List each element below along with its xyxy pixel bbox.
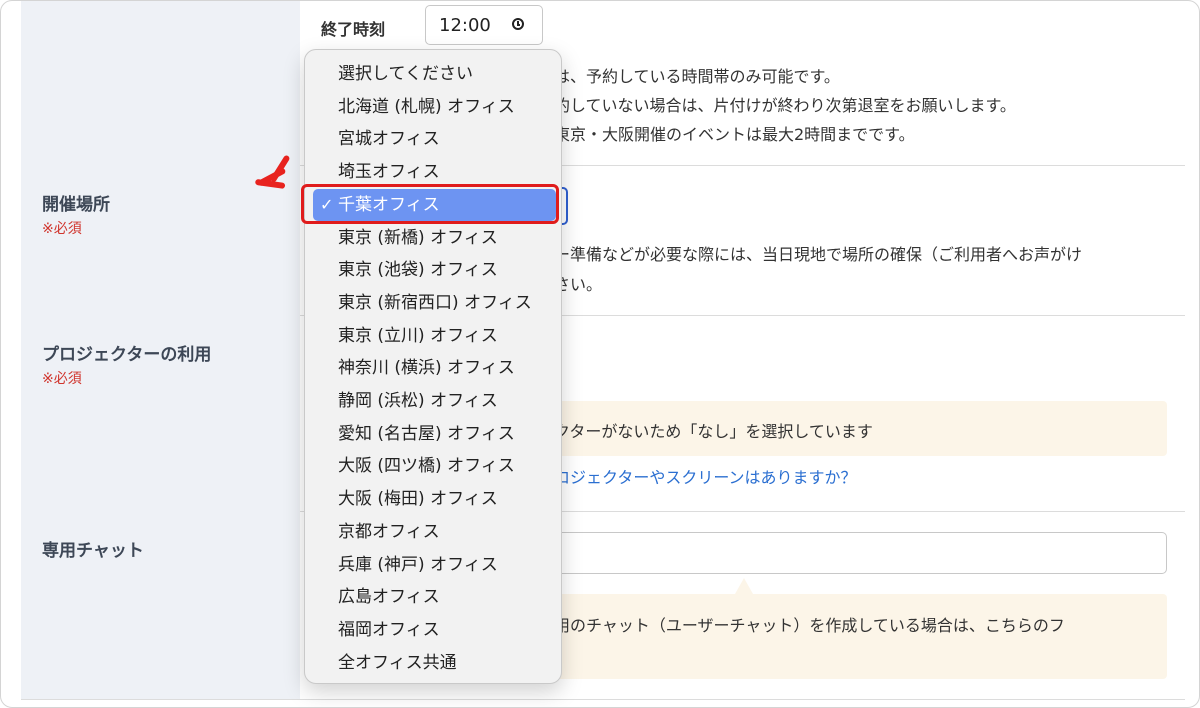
dropdown-option-label: 神奈川 (横浜) オフィス [338,358,515,379]
end-time-note-3: 東京・大阪開催のイベントは最大2時間までです。 [554,125,915,144]
dropdown-option[interactable]: 兵庫 (神戸) オフィス [305,549,561,581]
dropdown-option-label: 東京 (新宿西口) オフィス [338,292,532,313]
dropdown-option-label: 全オフィス共通 [338,652,457,673]
end-time-input[interactable]: 12:00 [425,5,543,45]
dropdown-option[interactable]: 神奈川 (横浜) オフィス [305,352,561,384]
dropdown-option[interactable]: 東京 (立川) オフィス [305,320,561,352]
dropdown-option[interactable]: 大阪 (梅田) オフィス [305,483,561,515]
dropdown-option[interactable]: 東京 (池袋) オフィス [305,254,561,286]
dropdown-option-label: 東京 (立川) オフィス [338,325,498,346]
end-time-label-cell [21,1,300,165]
dropdown-option[interactable]: 東京 (新宿西口) オフィス [305,287,561,319]
clock-icon[interactable] [512,18,524,30]
dropdown-option[interactable]: 北海道 (札幌) オフィス [305,91,561,123]
projector-notice-text: クターがないため「なし」を選択しています [554,422,873,441]
dropdown-option[interactable]: 宮城オフィス [305,123,561,155]
chat-label-cell: 専用チャット [21,511,300,699]
projector-label: プロジェクターの利用 [42,345,212,365]
chat-notice: 用のチャット（ユーザーチャット）を作成している場合は、こちらのフ [541,594,1167,679]
projector-required-badge: ※必須 [42,371,82,387]
venue-dropdown-list[interactable]: 選択してください 北海道 (札幌) オフィス 宮城オフィス 埼玉オフィス ✓ 千葉オフィス… [304,49,562,684]
dropdown-option[interactable]: 東京 (新橋) オフィス [305,222,561,254]
dropdown-option[interactable]: 福岡オフィス [305,614,561,646]
dropdown-option-label: 東京 (新橋) オフィス [338,227,498,248]
form-window: 終了時刻 12:00 は、予約している時間帯のみ可能です。 約していない場合は、… [0,0,1200,708]
projector-label-cell: プロジェクターの利用 ※必須 [21,315,300,511]
projector-notice: クターがないため「なし」を選択しています [541,401,1167,456]
end-time-note-1: は、予約している時間帯のみ可能です。 [554,67,840,86]
venue-note-1: ー準備などが必要な際には、当日現地で場所の確保（ご利用者へお声がけ [554,245,1083,264]
dropdown-option[interactable]: 選択してください [305,58,561,90]
dropdown-option[interactable]: 静岡 (浜松) オフィス [305,385,561,417]
dropdown-option[interactable]: 大阪 (四ツ橋) オフィス [305,450,561,482]
dropdown-option-label: 兵庫 (神戸) オフィス [338,554,498,575]
end-time-note-2: 約していない場合は、片付けが終わり次第退室をお願いします。 [554,96,1016,115]
end-time-label: 終了時刻 [321,20,386,39]
selection-highlight-box [301,184,559,224]
dropdown-option-label: 福岡オフィス [338,619,440,640]
dropdown-option-label: 北海道 (札幌) オフィス [338,96,515,117]
venue-label-cell: 開催場所 ※必須 [21,165,300,315]
dropdown-option-label: 選択してください [338,64,473,84]
dropdown-option[interactable]: 全オフィス共通 [305,647,561,679]
dropdown-option-label: 静岡 (浜松) オフィス [338,391,498,411]
dropdown-option[interactable]: 京都オフィス [305,516,561,548]
projector-help-link[interactable]: ロジェクターやスクリーンはありますか？ [554,464,857,488]
end-time-value: 12:00 [439,15,491,36]
notice-pointer [735,578,753,594]
dropdown-option-label: 宮城オフィス [338,129,440,150]
venue-label: 開催場所 [42,195,110,215]
venue-required-badge: ※必須 [42,221,82,237]
dropdown-option-label: 愛知 (名古屋) オフィス [338,423,515,444]
chat-notice-text: 用のチャット（ユーザーチャット）を作成している場合は、こちらのフ [554,616,1065,635]
chat-label: 専用チャット [42,541,144,561]
dropdown-option-label: 大阪 (四ツ橋) オフィス [338,456,515,477]
chat-url-input[interactable] [541,532,1167,574]
dropdown-option-label: 京都オフィス [338,521,440,542]
dropdown-option[interactable]: 広島オフィス [305,581,561,613]
dropdown-option-label: 広島オフィス [338,587,440,608]
dropdown-option[interactable]: 愛知 (名古屋) オフィス [305,418,561,450]
dropdown-option-label: 大阪 (梅田) オフィス [338,489,498,510]
dropdown-option-label: 東京 (池袋) オフィス [338,260,498,281]
